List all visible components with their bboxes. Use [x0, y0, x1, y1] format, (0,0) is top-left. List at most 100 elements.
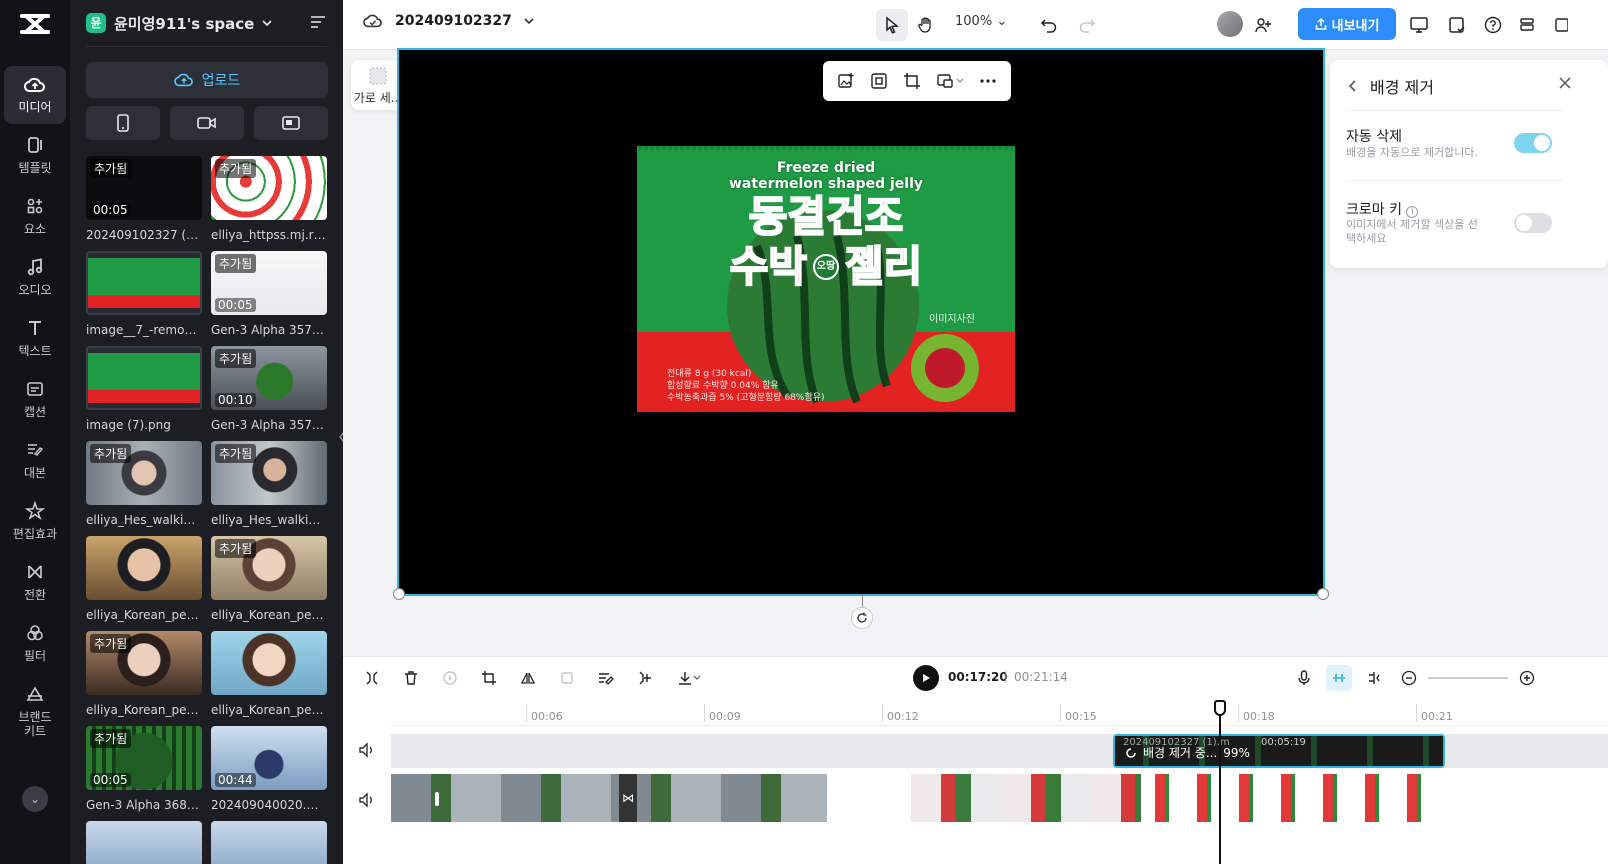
fit-frame-icon[interactable] — [870, 72, 888, 90]
redo-button[interactable] — [1071, 9, 1103, 41]
delete-button[interactable] — [398, 665, 424, 691]
panel-header: 배경 제거 — [1348, 74, 1434, 98]
info-icon[interactable]: i — [1406, 206, 1419, 218]
divider — [1346, 180, 1562, 181]
ruler-tick — [882, 704, 883, 722]
media-thumbnail[interactable] — [86, 346, 202, 410]
resize-handle-bottom-right[interactable] — [1317, 588, 1329, 600]
video-canvas[interactable]: Freeze dried watermelon shaped jelly 동결건… — [397, 48, 1325, 596]
play-button[interactable] — [913, 665, 939, 691]
aspect-ratio-button[interactable]: 가로 세... — [351, 60, 405, 110]
invite-button[interactable] — [1247, 9, 1279, 41]
media-thumbnail[interactable]: 추가됨 00:10 — [211, 346, 327, 410]
zoom-in-button[interactable] — [1514, 665, 1540, 691]
select-tool-button[interactable] — [876, 9, 908, 41]
split-button[interactable] — [359, 665, 385, 691]
mask-dropdown[interactable] — [936, 72, 964, 90]
video-clip[interactable]: ⋈ — [391, 774, 827, 822]
zoom-out-button[interactable] — [1396, 665, 1422, 691]
review-button[interactable] — [1441, 9, 1473, 41]
snap-button[interactable] — [1326, 665, 1352, 691]
rotate-handle[interactable] — [851, 607, 873, 629]
timeline[interactable]: 00:06 00:09 00:12 00:15 00:18 00:21 2024… — [343, 698, 1608, 864]
nav-item-script[interactable]: 대본 — [4, 432, 66, 490]
link-button[interactable] — [1361, 665, 1387, 691]
media-thumbnail[interactable]: 추가됨 — [211, 536, 327, 600]
media-thumbnail[interactable] — [86, 251, 202, 315]
media-thumbnail[interactable]: 추가됨 — [86, 441, 202, 505]
export-button[interactable]: 내보내기 — [1298, 8, 1396, 40]
voiceover-button[interactable] — [1291, 665, 1317, 691]
hand-tool-button[interactable] — [910, 9, 942, 41]
overlay-clip[interactable]: 202409102327 (1).m 00:05:19 배경 제거 중... 9… — [1113, 734, 1445, 768]
resize-handle-bottom-left[interactable] — [393, 588, 405, 600]
media-thumbnail[interactable]: 추가됨 00:05 — [86, 156, 202, 220]
product-title-line2a: 수박 — [729, 241, 808, 292]
avatar[interactable] — [1217, 11, 1243, 37]
upload-button[interactable]: 업로드 — [86, 62, 328, 98]
media-thumbnail[interactable]: 추가됨 00:05 — [211, 251, 327, 315]
sort-menu-icon[interactable] — [309, 14, 327, 30]
layers-button[interactable] — [1511, 9, 1543, 41]
media-thumbnail[interactable]: 00:44 — [211, 726, 327, 790]
caption-icon — [4, 379, 66, 403]
playhead[interactable] — [1219, 700, 1221, 864]
record-source-button[interactable] — [170, 106, 244, 140]
flip-button[interactable] — [515, 665, 541, 691]
media-thumbnail[interactable]: 추가됨 — [86, 631, 202, 695]
replace-image-icon[interactable] — [837, 72, 855, 90]
nav-item-templates[interactable]: 템플릿 — [4, 127, 66, 185]
media-thumbnail[interactable] — [86, 536, 202, 600]
media-thumbnail[interactable]: 추가됨 00:05 — [86, 726, 202, 790]
freeze-button[interactable] — [554, 665, 580, 691]
panel-icon — [1555, 18, 1568, 32]
media-thumbnail[interactable]: 추가됨 — [211, 156, 327, 220]
insert-button[interactable] — [632, 665, 658, 691]
phone-source-button[interactable] — [86, 106, 160, 140]
video-clip[interactable] — [911, 774, 1141, 822]
trim-handle[interactable] — [435, 792, 439, 806]
reverse-button[interactable] — [437, 665, 463, 691]
stack-icon — [1520, 18, 1534, 31]
chroma-key-toggle[interactable] — [1514, 213, 1552, 233]
media-filename: Gen-3 Alpha 3685... — [86, 798, 202, 812]
nav-item-audio[interactable]: 오디오 — [4, 249, 66, 307]
screen-source-button[interactable] — [254, 106, 328, 140]
more-options-icon[interactable] — [979, 72, 997, 90]
nav-item-elements[interactable]: 요소 — [4, 188, 66, 246]
expand-more-button[interactable]: ⌄ — [22, 786, 48, 812]
nav-item-media[interactable]: 미디어 — [4, 66, 66, 124]
media-thumbnail[interactable] — [211, 631, 327, 695]
video-clip[interactable] — [1141, 774, 1436, 822]
crop-icon[interactable] — [903, 72, 921, 90]
project-title[interactable]: 202409102327 — [363, 12, 534, 30]
zoom-slider[interactable] — [1428, 677, 1508, 679]
speaker-icon[interactable] — [357, 740, 377, 760]
nav-item-text[interactable]: 텍스트 — [4, 310, 66, 368]
undo-button[interactable] — [1033, 9, 1065, 41]
media-thumbnail[interactable] — [211, 821, 327, 864]
help-button[interactable] — [1477, 9, 1509, 41]
nav-item-transitions[interactable]: 전환 — [4, 554, 66, 612]
time-ruler[interactable]: 00:06 00:09 00:12 00:15 00:18 00:21 — [391, 698, 1608, 726]
nav-item-filters[interactable]: 필터 — [4, 615, 66, 673]
nav-item-effects[interactable]: 편집효과 — [4, 493, 66, 551]
workspace-switcher[interactable]: 윤 윤미영911's space — [86, 10, 272, 36]
speaker-icon[interactable] — [357, 790, 377, 810]
download-dropdown[interactable] — [671, 665, 707, 691]
close-icon[interactable] — [1558, 76, 1572, 90]
auto-remove-toggle[interactable] — [1514, 133, 1552, 153]
remove-bg-button[interactable] — [593, 665, 619, 691]
playhead-handle[interactable] — [1214, 700, 1226, 716]
zoom-select[interactable]: 100% ⌄ — [955, 14, 1007, 29]
back-arrow-icon[interactable] — [1348, 79, 1358, 93]
crop-icon — [482, 671, 496, 685]
nav-item-captions[interactable]: 캡션 — [4, 371, 66, 429]
transition-marker[interactable]: ⋈ — [619, 774, 637, 822]
nav-item-brand-kit[interactable]: 브랜드 키트 — [4, 676, 66, 742]
crop-button[interactable] — [476, 665, 502, 691]
media-thumbnail[interactable]: 추가됨 — [211, 441, 327, 505]
more-panel-button[interactable] — [1545, 9, 1577, 41]
media-thumbnail[interactable] — [86, 821, 202, 864]
present-button[interactable] — [1403, 9, 1435, 41]
